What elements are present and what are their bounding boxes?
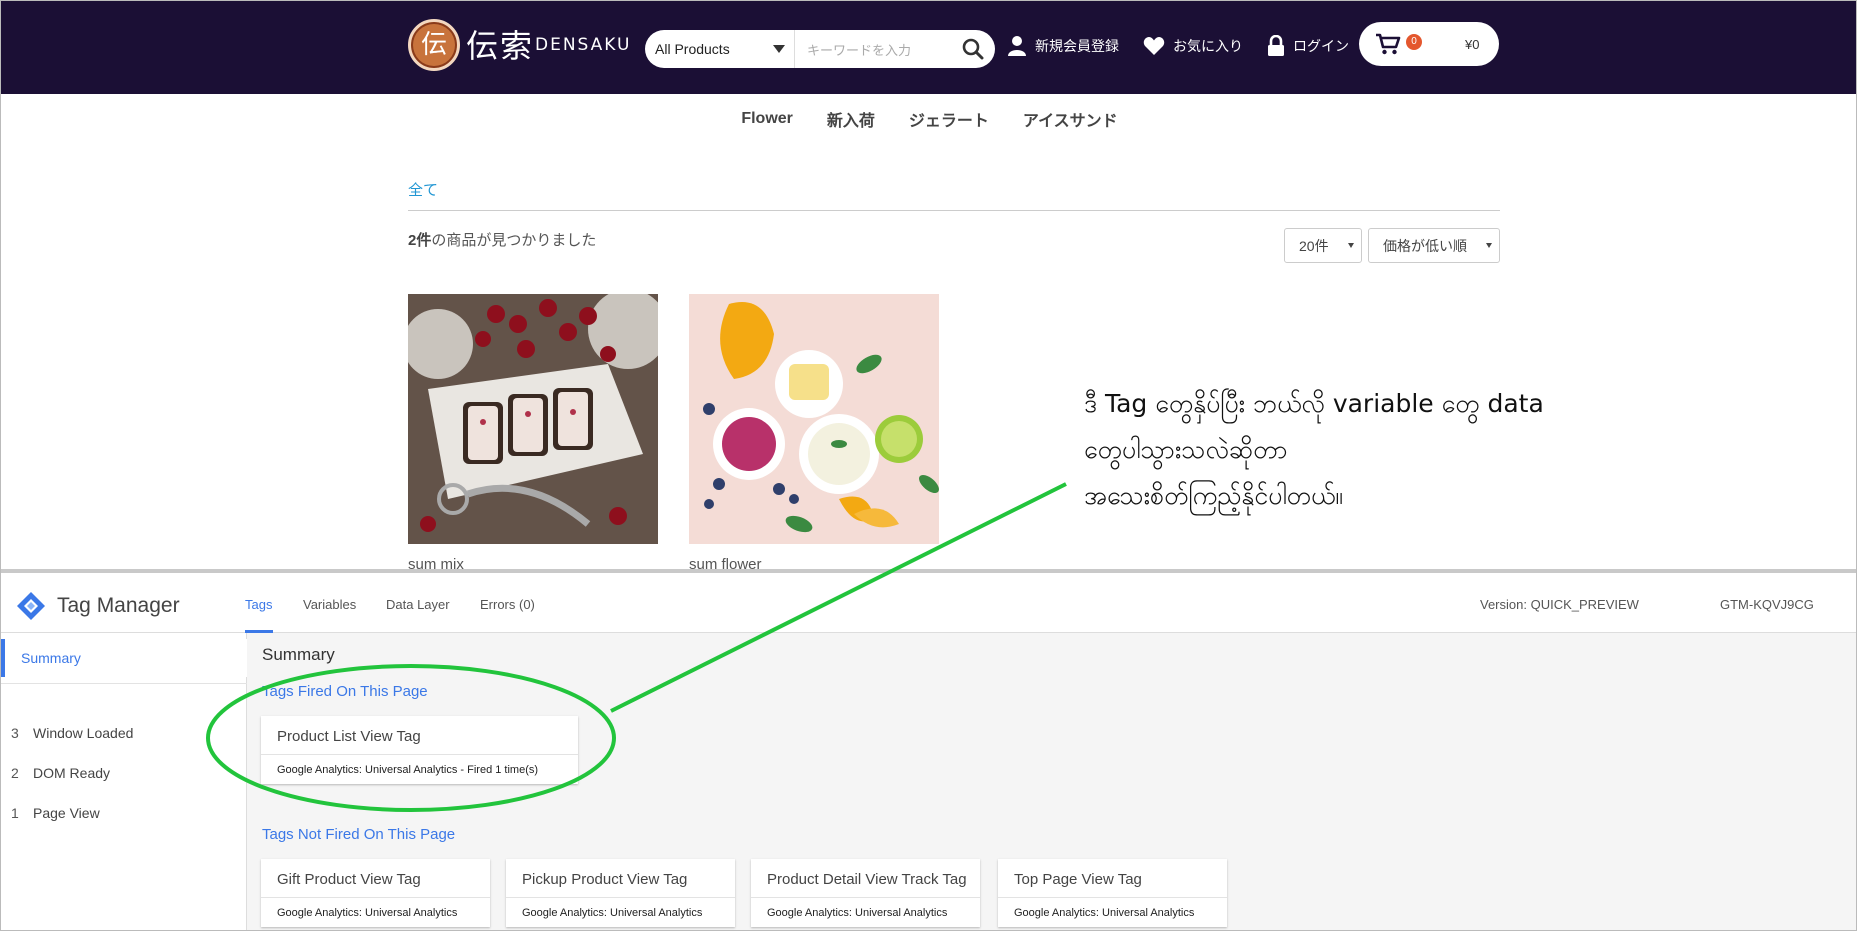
product-image-sum-mix[interactable] xyxy=(408,294,658,544)
search-input[interactable]: キーワードを入力 xyxy=(795,30,951,68)
chevron-down-icon xyxy=(1486,243,1492,248)
per-page-select[interactable]: 20件 xyxy=(1284,228,1362,263)
sidebar-item-window-loaded[interactable]: 3 Window Loaded xyxy=(11,725,133,741)
screenshot-root: 伝 伝索 DENSAKU All Products キーワードを入力 新規会員登… xyxy=(0,0,1857,931)
lock-icon xyxy=(1268,35,1284,56)
annotation-line: တွေပါသွားသလဲဆိုတာ xyxy=(1084,435,1288,464)
gtm-header: Tag Manager Tags Variables Data Layer Er… xyxy=(1,573,1856,633)
tag-card-product-list-view[interactable]: Product List View Tag Google Analytics: … xyxy=(261,716,578,784)
tag-card-gift-product-view[interactable]: Gift Product View Tag Google Analytics: … xyxy=(261,859,490,927)
event-number: 1 xyxy=(11,805,19,821)
divider xyxy=(506,897,735,898)
tab-errors[interactable]: Errors (0) xyxy=(480,597,535,612)
favorites-link[interactable]: お気に入り xyxy=(1143,33,1243,59)
search-bar: All Products キーワードを入力 xyxy=(645,30,995,68)
result-count-number: 2件 xyxy=(408,232,432,249)
tag-name: Gift Product View Tag xyxy=(277,871,421,888)
event-number: 2 xyxy=(11,765,19,781)
summary-title: Summary xyxy=(262,645,335,664)
tag-card-product-detail-view-track[interactable]: Product Detail View Track Tag Google Ana… xyxy=(751,859,980,927)
tag-name: Top Page View Tag xyxy=(1014,871,1142,888)
gtm-title: Tag Manager xyxy=(57,594,180,617)
tag-type: Google Analytics: Universal Analytics xyxy=(767,907,948,919)
tab-variables[interactable]: Variables xyxy=(303,597,356,612)
tag-type: Google Analytics: Universal Analytics xyxy=(522,907,703,919)
divider xyxy=(261,897,490,898)
search-button[interactable] xyxy=(951,30,995,68)
tag-manager-debug-panel: Tag Manager Tags Variables Data Layer Er… xyxy=(1,569,1856,930)
chevron-down-icon xyxy=(773,45,785,53)
tab-data-layer[interactable]: Data Layer xyxy=(386,597,450,612)
gtm-version: Version: QUICK_PREVIEW xyxy=(1480,597,1639,612)
result-count: 2件の商品が見つかりました xyxy=(408,229,596,250)
event-number: 3 xyxy=(11,725,19,741)
nav-item-gelato[interactable]: ジェラート xyxy=(909,107,989,131)
tag-type: Google Analytics: Universal Analytics xyxy=(1014,907,1195,919)
tags-fired-title: Tags Fired On This Page xyxy=(262,683,428,700)
tag-name: Product List View Tag xyxy=(277,728,421,745)
sort-order-select[interactable]: 価格が低い順 xyxy=(1368,228,1500,263)
breadcrumb[interactable]: 全て xyxy=(408,179,438,200)
gtm-container-id: GTM-KQVJ9CG xyxy=(1720,597,1814,612)
nav-item-new-arrivals[interactable]: 新入荷 xyxy=(827,107,875,131)
cart-count-badge: 0 xyxy=(1406,34,1422,50)
logo-kanji[interactable]: 伝索 xyxy=(466,21,534,67)
cart-total: ¥0 xyxy=(1465,37,1480,52)
gtm-sidebar: Summary 3 Window Loaded 2 DOM Ready 1 Page … xyxy=(1,633,247,930)
annotation-line: ဒီ Tag တွေနှိပ်ပြီး ဘယ်လို variable တွေ … xyxy=(1084,389,1544,418)
nav-item-flower[interactable]: Flower xyxy=(741,110,793,128)
event-label: Page View xyxy=(33,805,100,821)
login-link[interactable]: ログイン xyxy=(1267,33,1349,59)
event-label: DOM Ready xyxy=(33,765,111,781)
result-count-suffix: の商品が見つかりました xyxy=(431,232,597,249)
annotation-line: အသေးစိတ်ကြည့်နိုင်ပါတယ်။ xyxy=(1084,481,1343,510)
category-nav: Flower 新入荷 ジェラート アイスサンド xyxy=(1,94,1856,144)
category-select[interactable]: All Products xyxy=(645,30,795,68)
nav-item-ice-sandwich[interactable]: アイスサンド xyxy=(1023,107,1118,131)
heart-icon xyxy=(1143,37,1165,55)
tag-name: Pickup Product View Tag xyxy=(522,871,688,888)
per-page-value: 20件 xyxy=(1299,237,1329,254)
store-header: 伝 伝索 DENSAKU All Products キーワードを入力 新規会員登… xyxy=(1,1,1856,94)
divider xyxy=(1,683,247,684)
logo-seal[interactable]: 伝 xyxy=(408,19,460,71)
cart-button[interactable]: 0 ¥0 xyxy=(1359,22,1499,66)
tag-card-top-page-view[interactable]: Top Page View Tag Google Analytics: Univ… xyxy=(998,859,1227,927)
gtm-main: Summary Tags Fired On This Page Product … xyxy=(248,633,1856,930)
annotation-note: ဒီ Tag တွေနှိပ်ပြီး ဘယ်လို variable တွေ … xyxy=(1084,381,1644,519)
chevron-down-icon xyxy=(1348,243,1354,248)
tag-type: Google Analytics: Universal Analytics xyxy=(277,907,458,919)
cart-icon xyxy=(1376,33,1401,55)
favorites-label: お気に入り xyxy=(1173,38,1243,54)
user-icon xyxy=(1008,36,1026,56)
logo-roman[interactable]: DENSAKU xyxy=(535,35,631,55)
tag-manager-logo-icon xyxy=(17,592,45,620)
tag-type: Google Analytics: Universal Analytics - … xyxy=(277,764,539,776)
sidebar-item-page-view[interactable]: 1 Page View xyxy=(11,805,100,821)
sidebar-item-dom-ready[interactable]: 2 DOM Ready xyxy=(11,765,110,781)
product-card[interactable]: sum flower xyxy=(689,294,939,573)
login-label: ログイン xyxy=(1293,38,1349,54)
sidebar-item-summary[interactable]: Summary xyxy=(1,639,247,677)
divider xyxy=(751,897,980,898)
product-card[interactable]: sum mix xyxy=(408,294,658,573)
tags-not-fired-title: Tags Not Fired On This Page xyxy=(262,826,456,843)
signup-link[interactable]: 新規会員登録 xyxy=(1007,33,1119,59)
category-select-value: All Products xyxy=(655,41,730,57)
signup-label: 新規会員登録 xyxy=(1035,38,1119,54)
divider xyxy=(408,210,1500,211)
divider xyxy=(998,897,1227,898)
tab-tags[interactable]: Tags xyxy=(245,597,272,612)
product-image-sum-flower[interactable] xyxy=(689,294,939,544)
search-icon xyxy=(962,38,984,60)
tag-card-pickup-product-view[interactable]: Pickup Product View Tag Google Analytics… xyxy=(506,859,735,927)
divider xyxy=(261,754,578,755)
sort-order-value: 価格が低い順 xyxy=(1383,237,1467,254)
tag-name: Product Detail View Track Tag xyxy=(767,871,967,888)
event-label: Window Loaded xyxy=(33,725,134,741)
